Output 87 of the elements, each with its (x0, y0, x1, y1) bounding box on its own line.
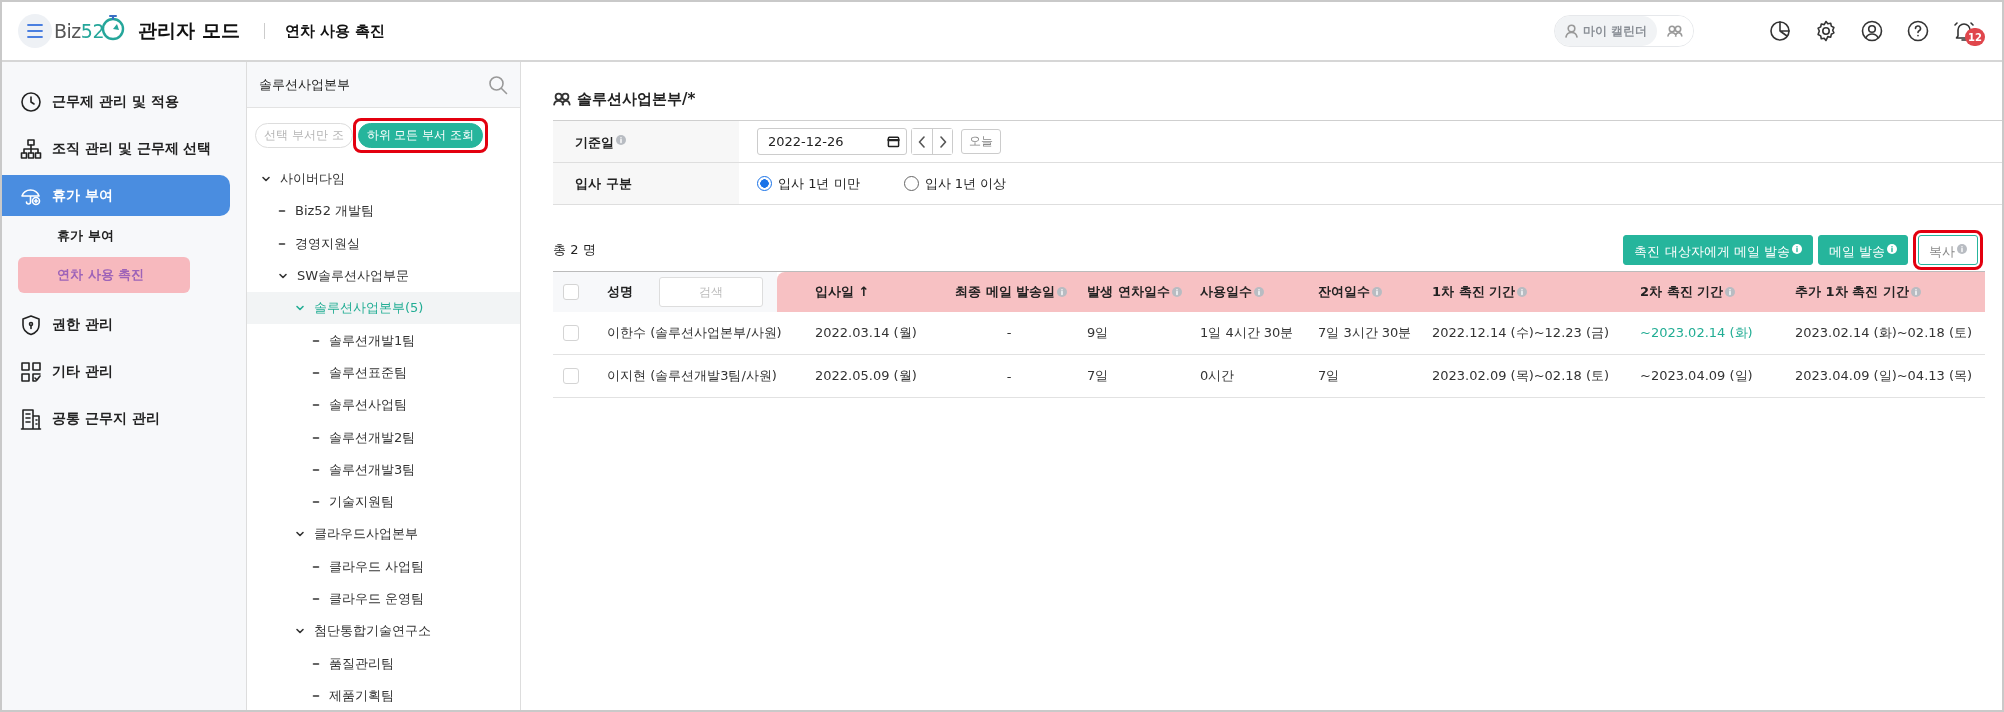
menu-button[interactable] (18, 14, 52, 48)
table-cell: - (1006, 325, 1012, 341)
radio-button[interactable] (757, 176, 772, 191)
checkbox[interactable] (563, 284, 579, 300)
sidebar-item[interactable]: 권한 관리 (2, 304, 230, 345)
table-cell: - (1006, 368, 1012, 384)
table-cell: 이한수 (솔루션사업본부/사원) (607, 324, 782, 340)
grid-icon (20, 360, 42, 383)
tree-node[interactable]: 기술지원팀 (247, 485, 520, 519)
search-icon[interactable] (488, 74, 508, 95)
calendar-icon[interactable] (887, 135, 900, 148)
table-cell: 이지현 (솔루션개발3팀/사원) (607, 368, 777, 383)
tree-node[interactable]: 솔루션표준팀 (247, 356, 520, 390)
table-cell: 2023.02.14 (화)~02.18 (토) (1795, 324, 1973, 340)
mode-title: 관리자 모드 (138, 18, 240, 43)
table-cell: 7일 (1087, 368, 1109, 383)
tree-node[interactable]: 솔루션개발3팀 (247, 453, 520, 486)
table-cell: 1일 4시간 30분 (1200, 324, 1294, 340)
column-header[interactable]: 발생 연차일수 (1087, 282, 1170, 301)
column-header[interactable]: 최종 메일 발송일 (955, 282, 1056, 301)
org-chart-icon (20, 137, 42, 160)
people-icon (1667, 25, 1683, 37)
filter-label: 기준일 (575, 134, 614, 152)
tree-node[interactable]: 품질관리팀 (247, 647, 520, 680)
help-icon[interactable] (1906, 19, 1930, 43)
tree-node[interactable]: 솔루션개발1팀 (247, 324, 520, 357)
notification-badge: 12 (1965, 28, 1985, 46)
sidebar-item[interactable]: 기타 관리 (2, 351, 230, 392)
date-field[interactable]: 2022-12-26 (757, 128, 907, 155)
settings-icon[interactable] (1814, 19, 1838, 43)
next-button[interactable] (932, 129, 952, 154)
tree-node[interactable]: 첨단통합기술연구소 (247, 615, 520, 648)
table-cell: ~2023.02.14 (화) (1640, 324, 1753, 340)
search-field[interactable]: 검색 (659, 276, 763, 307)
person-icon (1564, 24, 1578, 38)
tree-node[interactable]: 클라우드 운영팀 (247, 582, 520, 616)
table-cell: 2022.12.14 (수)~12.23 (금) (1432, 324, 1610, 340)
column-header[interactable]: 사용일수 (1200, 282, 1252, 301)
logo: Biz52 (54, 20, 104, 42)
total-count: 총 2 명 (553, 241, 596, 259)
tree-node[interactable]: 솔루션개발2팀 (247, 421, 520, 454)
sidebar-item[interactable]: 근무제 관리 및 적용 (2, 81, 230, 122)
tree-node[interactable]: 사이버다임 (247, 163, 520, 196)
sidebar-item[interactable]: 조직 관리 및 근무제 선택 (2, 128, 230, 169)
sidebar-item[interactable]: 공통 근무지 관리 (2, 398, 230, 439)
tree-node[interactable]: SW솔루션사업부문 (247, 259, 520, 293)
clock-icon (20, 90, 42, 113)
building-icon (20, 407, 42, 430)
tree-node[interactable]: 클라우드사업본부 (247, 518, 520, 551)
column-header[interactable]: 입사일 ↑ (815, 282, 870, 301)
statistics-icon[interactable] (1768, 19, 1792, 43)
sidebar-subitem[interactable]: 휴가 부여 (2, 221, 246, 251)
today-button[interactable]: 오늘 (961, 129, 1001, 154)
column-header[interactable]: 2차 촉진 기간 (1640, 282, 1724, 301)
radio-label: 입사 1년 미만 (778, 174, 860, 193)
department-title: 솔루션사업본부/* (577, 89, 696, 109)
menu-icon (27, 24, 43, 38)
chevron-left-icon (918, 135, 926, 148)
table-cell: 9일 (1087, 324, 1109, 340)
tree-node[interactable]: 제품기획팀 (247, 679, 520, 710)
table-cell: 2023.04.09 (일)~04.13 (목) (1795, 368, 1973, 383)
checkbox[interactable] (563, 325, 579, 341)
table-cell: 7일 (1318, 368, 1340, 383)
shield-icon (20, 313, 42, 336)
table-cell: 7일 3시간 30분 (1318, 324, 1412, 340)
table-cell: 2022.05.09 (월) (815, 368, 917, 383)
profile-icon[interactable] (1860, 19, 1884, 43)
column-header[interactable]: 성명 (607, 282, 633, 301)
tree-node[interactable]: 클라우드 사업팀 (247, 550, 520, 583)
chevron-right-icon (938, 135, 947, 148)
column-header[interactable]: 잔여일수 (1318, 282, 1370, 301)
tree-node[interactable]: 솔루션사업팀 (247, 389, 520, 422)
table-cell: 2023.02.09 (목)~02.18 (토) (1432, 368, 1610, 383)
radio-label: 입사 1년 이상 (924, 174, 1007, 193)
table-cell: ~2023.04.09 (일) (1640, 368, 1753, 383)
selected-department-label: 솔루션사업본부 (259, 75, 350, 94)
action-button[interactable]: 복사 (1918, 235, 1978, 265)
tree-node[interactable]: 경영지원실 (247, 227, 520, 260)
filter-label: 입사 구분 (575, 174, 632, 193)
table-cell: 0시간 (1200, 368, 1235, 383)
checkbox[interactable] (563, 368, 579, 385)
column-header[interactable]: 추가 1차 촉진 기간 (1795, 282, 1909, 301)
people-icon (553, 92, 571, 106)
tree-node[interactable]: Biz52 개발팀 (247, 195, 520, 228)
table-cell: 2022.03.14 (월) (815, 324, 917, 340)
column-header[interactable]: 1차 촉진 기간 (1432, 282, 1516, 301)
page-title: 연차 사용 촉진 (284, 21, 386, 41)
